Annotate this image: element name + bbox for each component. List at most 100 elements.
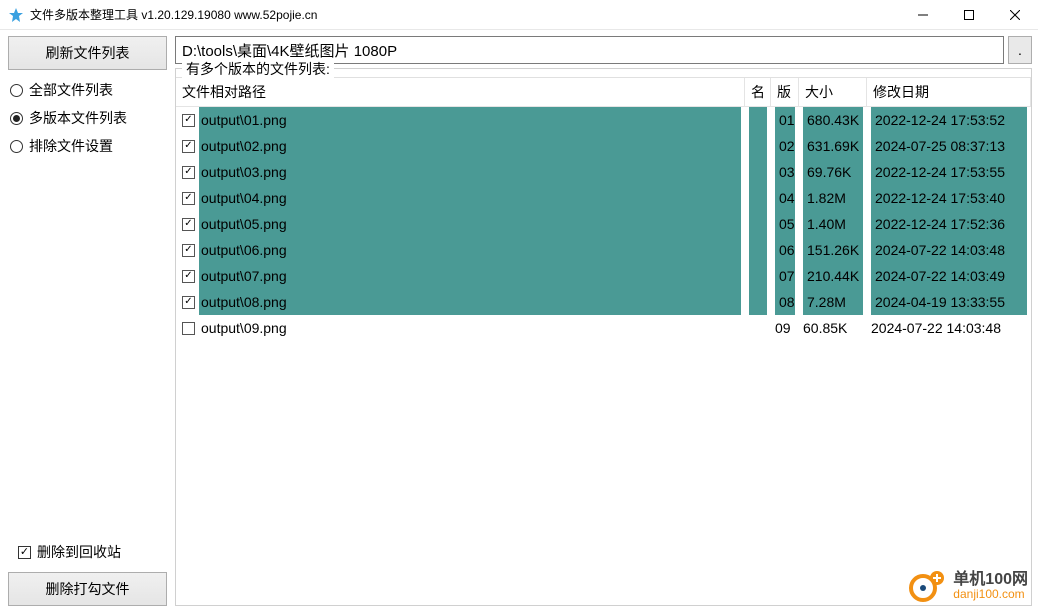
delete-checked-button[interactable]: 删除打勾文件 (8, 572, 167, 606)
column-header-size[interactable]: 大小 (799, 78, 867, 106)
table-cell: 2022-12-24 17:52:36 (867, 211, 1031, 237)
table-cell (745, 237, 771, 263)
table-row[interactable]: ✓ output\08.png 087.28M2024-04-19 13:33:55 (176, 289, 1031, 315)
table-cell (745, 211, 771, 237)
row-checkbox[interactable]: ✓ (182, 140, 195, 153)
table-cell: 03 (771, 159, 799, 185)
browse-button[interactable]: . (1008, 36, 1032, 64)
row-checkbox[interactable]: ✓ (182, 296, 195, 309)
table-cell: 09 (771, 315, 799, 341)
table-cell: 2024-07-25 08:37:13 (867, 133, 1031, 159)
table-cell (745, 263, 771, 289)
table-cell-path: ✓ output\04.png (176, 185, 745, 211)
table-cell: 2024-07-22 14:03:48 (867, 315, 1031, 341)
table-cell-path: ✓ output\06.png (176, 237, 745, 263)
radio-label: 多版本文件列表 (29, 108, 127, 128)
radio-icon (10, 84, 23, 97)
row-path-text: output\09.png (199, 315, 741, 341)
row-path-text: output\04.png (199, 185, 741, 211)
table-cell: 1.40M (799, 211, 867, 237)
row-checkbox[interactable] (182, 322, 195, 335)
table-cell: 2022-12-24 17:53:55 (867, 159, 1031, 185)
table-cell: 210.44K (799, 263, 867, 289)
table-row[interactable]: ✓ output\04.png 041.82M2022-12-24 17:53:40 (176, 185, 1031, 211)
table-cell: 08 (771, 289, 799, 315)
row-path-text: output\05.png (199, 211, 741, 237)
table-cell: 2022-12-24 17:53:40 (867, 185, 1031, 211)
window-title: 文件多版本整理工具 v1.20.129.19080 www.52pojie.cn (30, 6, 900, 23)
table-cell-path: ✓ output\02.png (176, 133, 745, 159)
table-row[interactable]: output\09.png 0960.85K2024-07-22 14:03:48 (176, 315, 1031, 341)
table-row[interactable]: ✓output\06.png06151.26K2024-07-22 14:03:… (176, 237, 1031, 263)
table-cell (745, 107, 771, 133)
table-cell-path: ✓ output\01.png (176, 107, 745, 133)
titlebar: 文件多版本整理工具 v1.20.129.19080 www.52pojie.cn (0, 0, 1038, 30)
row-checkbox[interactable]: ✓ (182, 244, 195, 257)
table-cell: 2024-04-19 13:33:55 (867, 289, 1031, 315)
row-path-text: output\03.png (199, 159, 741, 185)
table-cell: 2024-07-22 14:03:49 (867, 263, 1031, 289)
file-table: 文件相对路径 名 版 大小 修改日期 ✓ output\01.png 01680.4… (176, 77, 1031, 605)
row-checkbox[interactable]: ✓ (182, 114, 195, 127)
table-cell: 69.76K (799, 159, 867, 185)
table-cell: 02 (771, 133, 799, 159)
table-cell: 151.26K (799, 237, 867, 263)
table-cell-path: ✓ output\05.png (176, 211, 745, 237)
radio-icon (10, 112, 23, 125)
table-cell (745, 133, 771, 159)
table-cell (745, 185, 771, 211)
row-checkbox[interactable]: ✓ (182, 270, 195, 283)
table-cell-path: ✓ output\07.png (176, 263, 745, 289)
sidebar-radio-2[interactable]: 排除文件设置 (8, 132, 167, 160)
close-button[interactable] (992, 0, 1038, 30)
row-checkbox[interactable]: ✓ (182, 192, 195, 205)
column-header-name[interactable]: 名 (745, 78, 771, 106)
table-row[interactable]: ✓output\07.png07210.44K2024-07-22 14:03:… (176, 263, 1031, 289)
row-path-text: output\08.png (199, 289, 741, 315)
table-cell: 04 (771, 185, 799, 211)
row-path-text: output\07.png (199, 263, 741, 289)
table-cell: 01 (771, 107, 799, 133)
window-controls (900, 0, 1038, 30)
table-header: 文件相对路径 名 版 大小 修改日期 (176, 78, 1031, 107)
column-header-version[interactable]: 版 (771, 78, 799, 106)
table-row[interactable]: ✓ output\05.png 051.40M2022-12-24 17:52:36 (176, 211, 1031, 237)
row-checkbox[interactable]: ✓ (182, 166, 195, 179)
column-header-path[interactable]: 文件相对路径 (176, 78, 745, 106)
content-area: . 有多个版本的文件列表: 文件相对路径 名 版 大小 修改日期 ✓output… (175, 30, 1038, 612)
table-cell: 680.43K (799, 107, 867, 133)
row-path-text: output\02.png (199, 133, 741, 159)
table-cell: 2022-12-24 17:53:52 (867, 107, 1031, 133)
table-cell: 1.82M (799, 185, 867, 211)
refresh-button[interactable]: 刷新文件列表 (8, 36, 167, 70)
table-cell-path: output\09.png (176, 315, 745, 341)
table-cell: 7.28M (799, 289, 867, 315)
table-cell: 06 (771, 237, 799, 263)
table-row[interactable]: ✓ output\03.png 0369.76K2022-12-24 17:53:5… (176, 159, 1031, 185)
recycle-checkbox-row[interactable]: ✓ 删除到回收站 (8, 538, 167, 566)
row-path-text: output\01.png (199, 107, 741, 133)
table-cell: 60.85K (799, 315, 867, 341)
minimize-button[interactable] (900, 0, 946, 30)
checkbox-icon: ✓ (18, 546, 31, 559)
radio-label: 全部文件列表 (29, 80, 113, 100)
table-cell-path: ✓ output\08.png (176, 289, 745, 315)
radio-label: 排除文件设置 (29, 136, 113, 156)
group-label: 有多个版本的文件列表: (182, 59, 334, 79)
file-list-group: 有多个版本的文件列表: 文件相对路径 名 版 大小 修改日期 ✓output\0… (175, 68, 1032, 606)
sidebar-radio-0[interactable]: 全部文件列表 (8, 76, 167, 104)
table-row[interactable]: ✓output\02.png02631.69K2024-07-25 08:37:… (176, 133, 1031, 159)
maximize-button[interactable] (946, 0, 992, 30)
table-row[interactable]: ✓ output\01.png 01680.43K2022-12-24 17:53:… (176, 107, 1031, 133)
table-cell (745, 289, 771, 315)
table-cell-path: ✓ output\03.png (176, 159, 745, 185)
table-cell (745, 159, 771, 185)
row-path-text: output\06.png (199, 237, 741, 263)
row-checkbox[interactable]: ✓ (182, 218, 195, 231)
table-cell: 05 (771, 211, 799, 237)
table-cell (745, 315, 771, 341)
sidebar-radio-1[interactable]: 多版本文件列表 (8, 104, 167, 132)
column-header-date[interactable]: 修改日期 (867, 78, 1031, 106)
radio-icon (10, 140, 23, 153)
sidebar: 刷新文件列表 全部文件列表多版本文件列表排除文件设置 ✓ 删除到回收站 删除打勾… (0, 30, 175, 612)
